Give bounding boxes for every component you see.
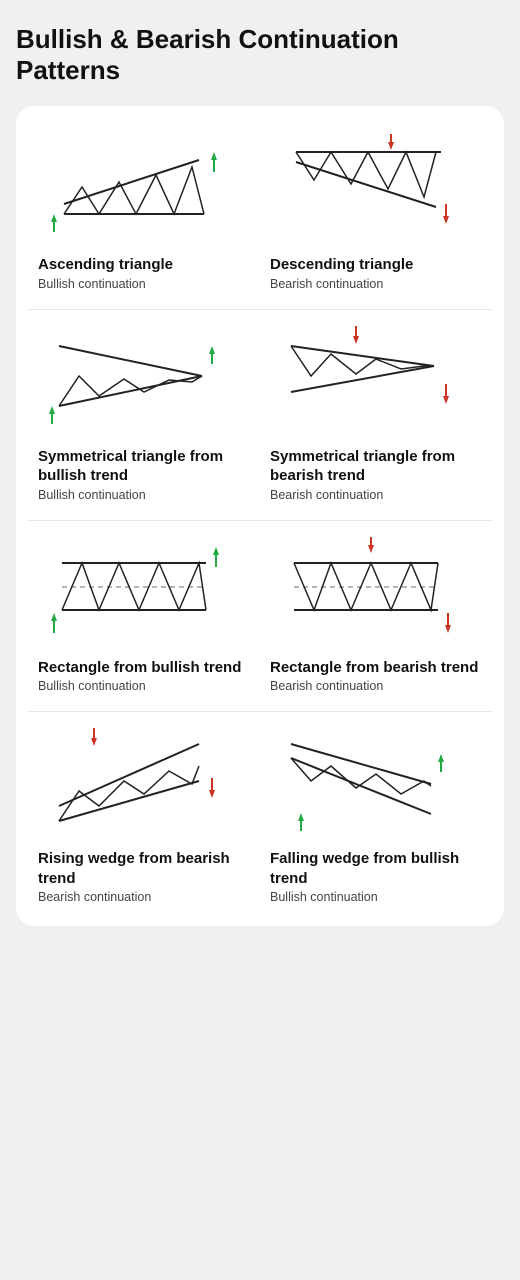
pattern-cell-rect-bearish: Rectangle from bearish trend Bearish con… xyxy=(260,525,492,708)
pattern-cell-sym-bullish: Symmetrical triangle from bullish trend … xyxy=(28,314,260,516)
pattern-cell-sym-bearish: Symmetrical triangle from bearish trend … xyxy=(260,314,492,516)
descending-triangle-subtitle: Bearish continuation xyxy=(270,277,482,291)
falling-wedge-svg xyxy=(270,726,482,836)
rect-bearish-subtitle: Bearish continuation xyxy=(270,679,482,693)
falling-wedge-subtitle: Bullish continuation xyxy=(270,890,482,904)
descending-triangle-title: Descending triangle xyxy=(270,255,482,275)
sym-bullish-title: Symmetrical triangle from bullish trend xyxy=(38,447,250,486)
pattern-cell-rising-wedge: Rising wedge from bearish trend Bearish … xyxy=(28,716,260,918)
rising-wedge-title: Rising wedge from bearish trend xyxy=(38,849,250,888)
pattern-cell-descending: Descending triangle Bearish continuation xyxy=(260,122,492,305)
ascending-triangle-svg xyxy=(38,132,250,242)
sym-bearish-title: Symmetrical triangle from bearish trend xyxy=(270,447,482,486)
sym-bearish-subtitle: Bearish continuation xyxy=(270,488,482,502)
page-title: Bullish & Bearish Continuation Patterns xyxy=(16,24,504,86)
pattern-cell-ascending: Ascending triangle Bullish continuation xyxy=(28,122,260,305)
rect-bearish-svg xyxy=(270,535,482,645)
sym-bullish-svg xyxy=(38,324,250,434)
pattern-cell-rect-bullish: Rectangle from bullish trend Bullish con… xyxy=(28,525,260,708)
rising-wedge-subtitle: Bearish continuation xyxy=(38,890,250,904)
sym-bullish-subtitle: Bullish continuation xyxy=(38,488,250,502)
rising-wedge-svg xyxy=(38,726,250,836)
rect-bullish-svg xyxy=(38,535,250,645)
rect-bullish-title: Rectangle from bullish trend xyxy=(38,658,250,678)
patterns-grid: Ascending triangle Bullish continuation xyxy=(28,122,492,918)
patterns-card: Ascending triangle Bullish continuation xyxy=(16,106,504,926)
ascending-triangle-subtitle: Bullish continuation xyxy=(38,277,250,291)
pattern-cell-falling-wedge: Falling wedge from bullish trend Bullish… xyxy=(260,716,492,918)
rect-bullish-subtitle: Bullish continuation xyxy=(38,679,250,693)
sym-bearish-svg xyxy=(270,324,482,434)
descending-triangle-svg xyxy=(270,132,482,242)
falling-wedge-title: Falling wedge from bullish trend xyxy=(270,849,482,888)
ascending-triangle-title: Ascending triangle xyxy=(38,255,250,275)
rect-bearish-title: Rectangle from bearish trend xyxy=(270,658,482,678)
